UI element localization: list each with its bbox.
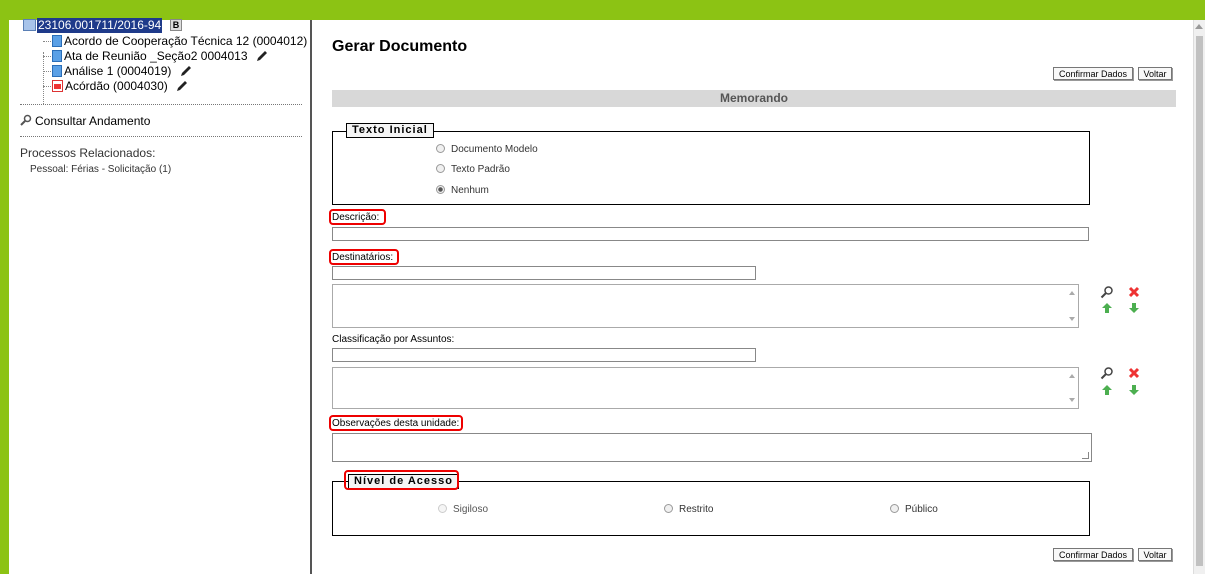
radio-icon[interactable] bbox=[436, 164, 445, 173]
radio-label: Documento Modelo bbox=[451, 144, 538, 155]
pen-icon[interactable] bbox=[255, 49, 269, 63]
divider bbox=[20, 136, 302, 137]
radio-label: Sigiloso bbox=[453, 504, 489, 515]
document-label[interactable]: Ata de Reunião _Seção2 0004013 bbox=[64, 49, 248, 63]
tree-item-document[interactable]: Ata de Reunião _Seção2 0004013 bbox=[20, 49, 307, 64]
tree-item-document[interactable]: Acordo de Cooperação Técnica 12 (0004012… bbox=[20, 34, 307, 49]
related-process-item[interactable]: Pessoal: Férias - Solicitação (1) bbox=[30, 164, 171, 175]
radio-documento-modelo[interactable]: Documento Modelo bbox=[436, 144, 538, 155]
radio-texto-padrao[interactable]: Texto Padrão bbox=[436, 164, 510, 175]
top-frame-bar bbox=[0, 0, 1205, 20]
process-number[interactable]: 23106.001711/2016-94 bbox=[37, 18, 163, 33]
document-icon bbox=[52, 50, 62, 62]
radio-icon[interactable] bbox=[664, 504, 673, 513]
document-type-bar: Memorando bbox=[332, 90, 1176, 107]
move-up-icon[interactable] bbox=[1100, 383, 1114, 397]
classificacao-label: Classificação por Assuntos: bbox=[332, 334, 455, 345]
document-icon bbox=[52, 35, 62, 47]
highlight-box bbox=[329, 249, 399, 265]
move-up-icon[interactable] bbox=[1100, 301, 1114, 315]
consultar-andamento-link[interactable]: Consultar Andamento bbox=[20, 114, 150, 128]
radio-publico[interactable]: Público bbox=[890, 504, 938, 515]
classificacao-list[interactable] bbox=[332, 367, 1079, 409]
tree-item-document[interactable]: Análise 1 (0004019) bbox=[20, 64, 307, 79]
destinatarios-search-input[interactable] bbox=[332, 266, 756, 280]
related-processes-title: Processos Relacionados: bbox=[20, 146, 156, 160]
remove-icon[interactable] bbox=[1127, 285, 1141, 299]
pen-icon[interactable] bbox=[175, 79, 189, 93]
document-label[interactable]: Acordo de Cooperação Técnica 12 (0004012… bbox=[64, 34, 307, 48]
folder-icon bbox=[23, 19, 36, 31]
back-button-top[interactable]: Voltar bbox=[1138, 67, 1172, 80]
main-panel: Gerar Documento Confirmar Dados Voltar M… bbox=[312, 20, 1192, 574]
classificacao-search-input[interactable] bbox=[332, 348, 756, 362]
highlight-box bbox=[329, 415, 463, 431]
texto-inicial-legend: Texto Inicial bbox=[346, 123, 434, 138]
radio-nenhum[interactable]: Nenhum bbox=[436, 185, 489, 196]
move-down-icon[interactable] bbox=[1127, 301, 1141, 315]
radio-label: Texto Padrão bbox=[451, 164, 510, 175]
scroll-down-icon[interactable] bbox=[1069, 398, 1075, 402]
scroll-down-icon[interactable] bbox=[1069, 317, 1075, 321]
divider bbox=[20, 104, 302, 105]
pdf-icon bbox=[52, 80, 63, 92]
move-down-icon[interactable] bbox=[1127, 383, 1141, 397]
scrollbar-thumb[interactable] bbox=[1196, 36, 1203, 566]
radio-selected-icon[interactable] bbox=[436, 185, 445, 194]
radio-restrito[interactable]: Restrito bbox=[664, 504, 713, 515]
vertical-scrollbar[interactable] bbox=[1193, 20, 1205, 574]
pen-icon[interactable] bbox=[179, 64, 193, 78]
confirm-button-top[interactable]: Confirmar Dados bbox=[1053, 67, 1133, 80]
radio-label: Público bbox=[905, 504, 938, 515]
back-button-bottom[interactable]: Voltar bbox=[1138, 548, 1172, 561]
scroll-up-icon[interactable] bbox=[1069, 291, 1075, 295]
radio-icon[interactable] bbox=[890, 504, 899, 513]
process-tree: 23106.001711/2016-94 B Acordo de Coopera… bbox=[20, 18, 307, 104]
radio-label: Restrito bbox=[679, 504, 714, 515]
observacoes-textarea[interactable] bbox=[332, 433, 1092, 462]
left-frame-bar bbox=[0, 0, 9, 574]
tree-root[interactable]: 23106.001711/2016-94 B bbox=[20, 18, 307, 34]
magnifier-icon bbox=[20, 114, 32, 126]
scroll-up-icon[interactable] bbox=[1069, 374, 1075, 378]
radio-icon[interactable] bbox=[436, 144, 445, 153]
remove-icon[interactable] bbox=[1127, 366, 1141, 380]
resize-handle-icon[interactable] bbox=[1082, 452, 1089, 459]
radio-sigiloso[interactable]: Sigiloso bbox=[438, 504, 488, 515]
descricao-input[interactable] bbox=[332, 227, 1089, 241]
search-icon[interactable] bbox=[1100, 366, 1114, 380]
radio-icon[interactable] bbox=[438, 504, 447, 513]
tree-item-document[interactable]: Acórdão (0004030) bbox=[20, 79, 307, 94]
document-label[interactable]: Análise 1 (0004019) bbox=[64, 64, 171, 78]
search-icon[interactable] bbox=[1100, 285, 1114, 299]
highlight-box bbox=[329, 209, 386, 225]
consultar-label[interactable]: Consultar Andamento bbox=[35, 114, 150, 128]
document-label[interactable]: Acórdão (0004030) bbox=[65, 79, 168, 93]
confirm-button-bottom[interactable]: Confirmar Dados bbox=[1053, 548, 1133, 561]
radio-label: Nenhum bbox=[451, 185, 489, 196]
destinatarios-list[interactable] bbox=[332, 284, 1079, 328]
page-title: Gerar Documento bbox=[332, 38, 468, 55]
document-icon bbox=[52, 65, 62, 77]
highlight-box bbox=[344, 470, 459, 490]
badge-icon[interactable]: B bbox=[170, 19, 182, 31]
scroll-up-arrow-icon[interactable] bbox=[1195, 24, 1203, 29]
